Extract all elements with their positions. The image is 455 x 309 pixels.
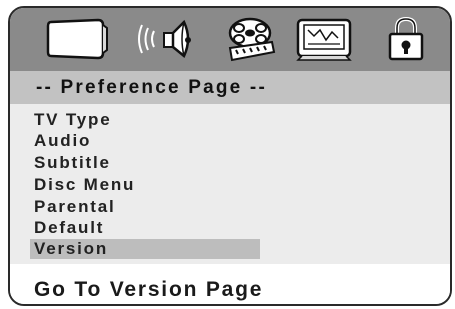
page-header: -- Preference Page -- [10, 71, 450, 104]
menu-item-parental[interactable]: Parental [30, 197, 260, 217]
icon-bar [10, 8, 450, 71]
menu-item-disc-menu[interactable]: Disc Menu [30, 175, 260, 195]
tv-screen-icon[interactable] [46, 16, 108, 62]
speaker-icon[interactable] [136, 16, 202, 62]
menu-list: TV Type Audio Subtitle Disc Menu Parenta… [10, 104, 450, 264]
film-reel-icon[interactable] [216, 16, 292, 62]
menu-item-version[interactable]: Version [30, 239, 260, 259]
menu-item-audio[interactable]: Audio [30, 131, 260, 151]
status-bar: Go To Version Page [10, 264, 450, 304]
status-text: Go To Version Page [34, 278, 264, 301]
menu-item-default[interactable]: Default [30, 218, 260, 238]
menu-item-tv-type[interactable]: TV Type [30, 110, 260, 130]
menu-item-subtitle[interactable]: Subtitle [30, 153, 260, 173]
setup-menu-panel: -- Preference Page -- TV Type Audio Subt… [8, 6, 452, 306]
page-title: -- Preference Page -- [36, 77, 267, 98]
lock-icon[interactable] [382, 16, 430, 62]
preference-screen-icon[interactable] [292, 16, 364, 62]
